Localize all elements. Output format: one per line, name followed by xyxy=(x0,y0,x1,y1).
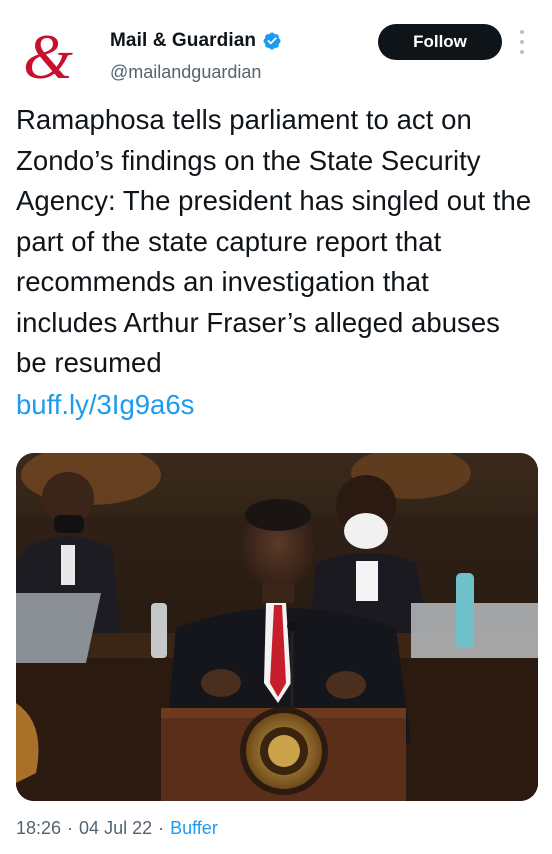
svg-text:&: & xyxy=(23,24,73,88)
display-name[interactable]: Mail & Guardian xyxy=(110,30,256,52)
tweet-time[interactable]: 18:26 xyxy=(16,818,61,839)
tweet-card: & Mail & Guardian @mailandguardian Follo… xyxy=(0,0,552,854)
dot xyxy=(520,30,524,34)
dot xyxy=(520,40,524,44)
name-row: Mail & Guardian xyxy=(110,30,282,52)
tweet-header: & Mail & Guardian @mailandguardian Follo… xyxy=(16,20,536,90)
tweet-date[interactable]: 04 Jul 22 xyxy=(79,818,152,839)
follow-button[interactable]: Follow xyxy=(378,24,502,60)
avatar[interactable]: & xyxy=(16,24,80,88)
separator: · xyxy=(67,818,74,838)
separator: · xyxy=(158,818,165,838)
tweet-source[interactable]: Buffer xyxy=(170,818,218,839)
more-vertical-icon[interactable] xyxy=(516,30,528,54)
tweet-link[interactable]: buff.ly/3Ig9a6s xyxy=(16,385,194,426)
tweet-text: Ramaphosa tells parliament to act on Zon… xyxy=(16,104,532,378)
verified-badge-icon xyxy=(262,31,282,51)
tweet-meta: 18:26 · 04 Jul 22 · Buffer xyxy=(16,818,218,839)
account-handle[interactable]: @mailandguardian xyxy=(110,62,261,83)
dot xyxy=(520,50,524,54)
tweet-photo[interactable] xyxy=(16,453,538,801)
ampersand-logo-icon: & xyxy=(23,24,73,88)
